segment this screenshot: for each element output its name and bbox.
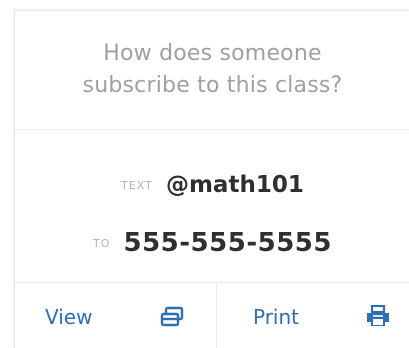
subscribe-info: TEXT @math101 TO 555-555-5555 [15, 130, 409, 280]
subscribe-card: How does someone subscribe to this class… [14, 10, 409, 348]
card-footer: View Print [15, 282, 409, 348]
view-button[interactable]: View [15, 283, 217, 348]
text-label: TEXT [121, 178, 153, 192]
class-handle: @math101 [165, 172, 304, 198]
card-header: How does someone subscribe to this class… [15, 11, 409, 130]
window-icon [160, 305, 186, 329]
view-label: View [45, 305, 93, 329]
text-row: TEXT @math101 [15, 172, 409, 198]
printer-icon [365, 304, 391, 329]
print-button[interactable]: Print [217, 283, 409, 348]
subscribe-question: How does someone subscribe to this class… [82, 41, 343, 98]
to-row: TO 555-555-5555 [15, 228, 409, 258]
phone-number: 555-555-5555 [123, 228, 332, 258]
to-label: TO [93, 236, 111, 250]
print-label: Print [253, 305, 300, 329]
